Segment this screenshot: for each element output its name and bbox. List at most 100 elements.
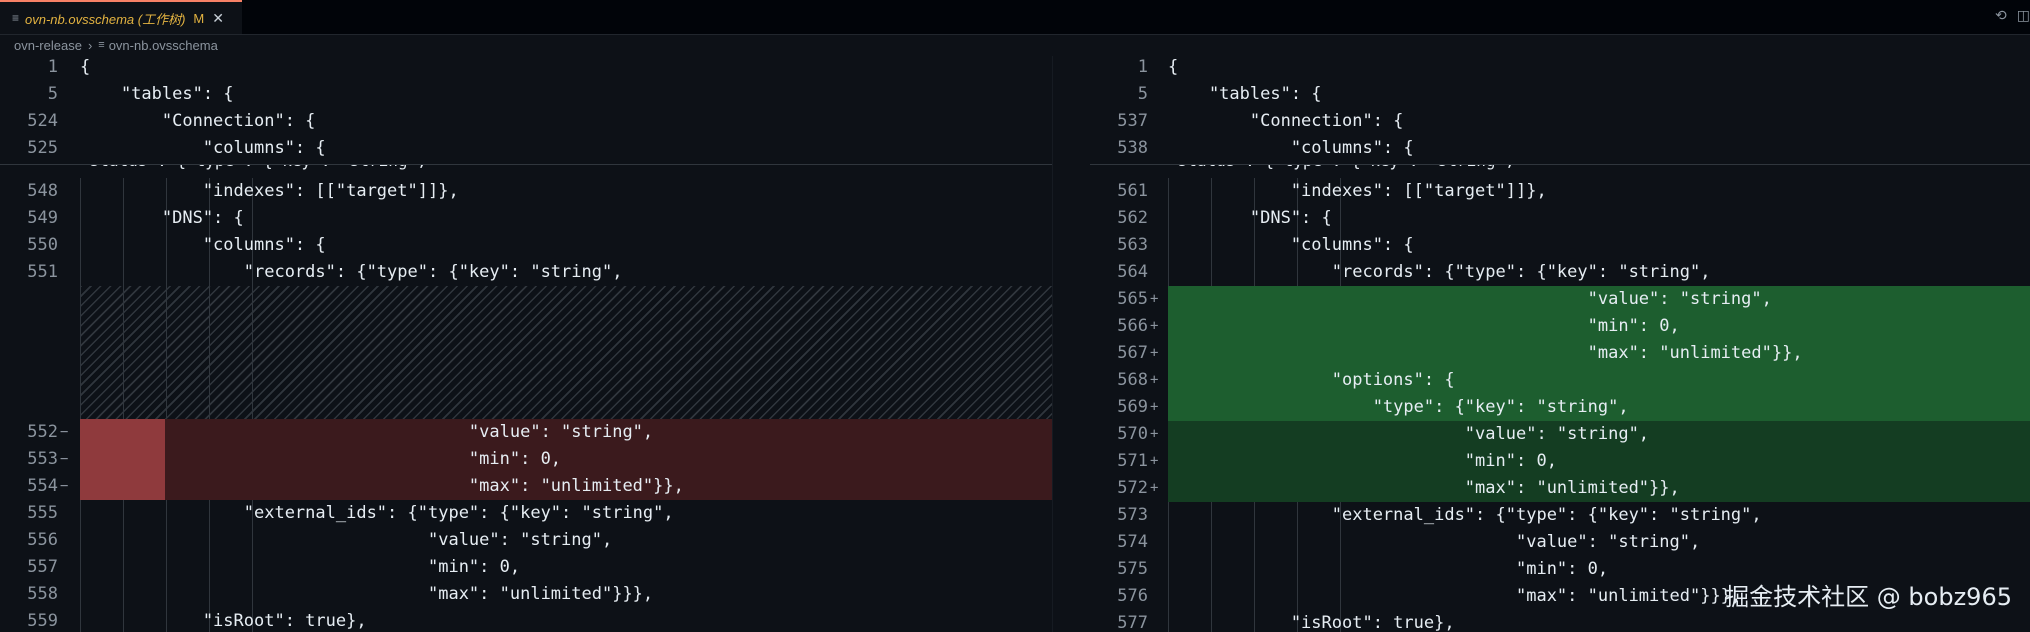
line-number: 554 <box>27 476 58 496</box>
code-line[interactable]: 550 "columns": { <box>0 232 1052 259</box>
code-text: "value": "string", <box>80 530 613 550</box>
removed-marker-icon: − <box>60 478 69 494</box>
split-editor-icon[interactable]: ◫ <box>2017 8 2030 24</box>
code-line[interactable]: 524 "Connection": { <box>0 108 1052 135</box>
line-number: 570 <box>1117 424 1148 444</box>
line-number: 556 <box>27 530 58 550</box>
watermark: 掘金技术社区 @ bobz965 <box>1725 583 2012 611</box>
code-text: "type": {"key": "string", <box>1168 397 1629 417</box>
sticky-scroll-header: 1{5 "tables": {524 "Connection": {525 "c… <box>0 56 1052 165</box>
code-line[interactable]: 564 "records": {"type": {"key": "string"… <box>1090 259 2030 286</box>
code-line[interactable]: 569 + "type": {"key": "string", <box>1090 394 2030 421</box>
editor-actions: ⟲ ◫ <box>1995 8 2030 24</box>
breadcrumb: ovn-release › ≡ ovn-nb.ovsschema <box>0 34 1064 56</box>
code-text: { <box>80 57 91 77</box>
code-text: "max": "unlimited"}}, <box>1168 478 1680 498</box>
code-text: "Connection": { <box>1168 111 1404 131</box>
removed-marker-icon: − <box>60 424 69 440</box>
code-text: "records": {"type": {"key": "string", <box>80 262 623 282</box>
code-line[interactable]: 561 "indexes": [["target"]]}, <box>1090 178 2030 205</box>
code-line[interactable]: 1{ <box>1090 56 2030 81</box>
code-text: "min": 0, <box>80 557 521 577</box>
code-line[interactable]: 558 "max": "unlimited"}}}, <box>0 581 1052 608</box>
code-line[interactable]: 571 + "min": 0, <box>1090 448 2030 475</box>
breadcrumb-folder[interactable]: ovn-release <box>14 38 82 53</box>
code-line[interactable]: 554− "max": "unlimited"}}, <box>0 473 1052 500</box>
code-text: "value": "string", <box>1168 289 1772 309</box>
line-number: 573 <box>1117 505 1148 525</box>
line-number: 574 <box>1117 532 1148 552</box>
added-marker-icon: + <box>1150 345 1159 361</box>
code-text: "max": "unlimited"}}, <box>80 476 684 496</box>
code-line[interactable]: 573 "external_ids": {"type": {"key": "st… <box>1090 502 2030 529</box>
line-number: 551 <box>27 262 58 282</box>
code-text: "min": 0, <box>1168 451 1557 471</box>
code-line[interactable]: 574 "value": "string", <box>1090 529 2030 556</box>
code-text: "value": "string", <box>1168 532 1701 552</box>
code-text: { <box>1168 57 1179 77</box>
code-line[interactable]: 549 "DNS": { <box>0 205 1052 232</box>
diff-modified-pane[interactable]: 1{5 "tables": {537 "Connection": {538 "c… <box>1090 56 2030 632</box>
history-icon[interactable]: ⟲ <box>1995 8 2007 24</box>
tab-bar: ≡ ovn-nb.ovsschema (工作树) M ✕ ⟲ ◫ <box>0 0 2030 35</box>
line-number: 1 <box>47 57 58 77</box>
code-text: "min": 0, <box>1168 316 1680 336</box>
diff-divider[interactable] <box>1052 56 1091 632</box>
code-line[interactable]: 538 "columns": { <box>1090 135 2030 162</box>
code-text: "options": { <box>1168 370 1455 390</box>
line-number: 524 <box>27 111 58 131</box>
code-text: "value": "string", <box>1168 424 1650 444</box>
code-line[interactable]: 556 "value": "string", <box>0 527 1052 554</box>
line-number: 550 <box>27 235 58 255</box>
code-line[interactable]: 555 "external_ids": {"type": {"key": "st… <box>0 500 1052 527</box>
code-text: "indexes": [["target"]]}, <box>1168 181 1547 201</box>
code-text: "isRoot": true}, <box>80 611 367 631</box>
code-text: "max": "unlimited"}}}, <box>1168 586 1742 606</box>
diff-original-pane[interactable]: 1{5 "tables": {524 "Connection": {525 "c… <box>0 56 1052 632</box>
tab-ovn-nb-ovsschema[interactable]: ≡ ovn-nb.ovsschema (工作树) M ✕ <box>0 0 242 34</box>
code-line[interactable]: 553− "min": 0, <box>0 446 1052 473</box>
code-line[interactable]: 559 "isRoot": true}, <box>0 608 1052 632</box>
tab-filename: ovn-nb.ovsschema (工作树) <box>25 11 186 27</box>
breadcrumb-file[interactable]: ovn-nb.ovsschema <box>109 38 218 53</box>
line-number: 565 <box>1117 289 1148 309</box>
line-number: 564 <box>1117 262 1148 282</box>
code-line[interactable]: 565 + "value": "string", <box>1090 286 2030 313</box>
line-number: 559 <box>27 611 58 631</box>
code-line[interactable]: 5 "tables": { <box>1090 81 2030 108</box>
code-line[interactable]: 567 + "max": "unlimited"}}, <box>1090 340 2030 367</box>
chevron-right-icon: › <box>87 37 93 53</box>
code-line[interactable]: 568 + "options": { <box>1090 367 2030 394</box>
code-line[interactable]: 1{ <box>0 56 1052 81</box>
code-text: "records": {"type": {"key": "string", <box>1168 262 1711 282</box>
code-line[interactable]: 552− "value": "string", <box>0 419 1052 446</box>
code-line[interactable]: 570 + "value": "string", <box>1090 421 2030 448</box>
line-number: 561 <box>1117 181 1148 201</box>
code-line[interactable]: 562 "DNS": { <box>1090 205 2030 232</box>
line-number: 552 <box>27 422 58 442</box>
code-line[interactable]: 566 + "min": 0, <box>1090 313 2030 340</box>
partial-line: "status": {"type": {"key": "string", <box>0 164 1052 178</box>
code-text: "columns": { <box>1168 235 1414 255</box>
code-line[interactable]: 563 "columns": { <box>1090 232 2030 259</box>
code-line[interactable]: 572 + "max": "unlimited"}}, <box>1090 475 2030 502</box>
code-line[interactable]: 548 "indexes": [["target"]]}, <box>0 178 1052 205</box>
code-line[interactable]: 525 "columns": { <box>0 135 1052 162</box>
code-line[interactable]: 537 "Connection": { <box>1090 108 2030 135</box>
code-line[interactable]: 557 "min": 0, <box>0 554 1052 581</box>
code-line[interactable]: 577 "isRoot": true}, <box>1090 610 2030 632</box>
code-text: "max": "unlimited"}}, <box>1168 343 1803 363</box>
code-text: "DNS": { <box>80 208 244 228</box>
added-marker-icon: + <box>1150 426 1159 442</box>
code-text: "columns": { <box>80 235 326 255</box>
line-number: 5 <box>1137 84 1148 104</box>
code-text: "external_ids": {"type": {"key": "string… <box>1168 505 1762 525</box>
code-text: "max": "unlimited"}}}, <box>80 584 654 604</box>
code-line[interactable]: 551 "records": {"type": {"key": "string"… <box>0 259 1052 286</box>
line-number: 5 <box>47 84 58 104</box>
code-line[interactable]: 5 "tables": { <box>0 81 1052 108</box>
close-icon[interactable]: ✕ <box>212 10 224 27</box>
code-text: "isRoot": true}, <box>1168 613 1455 632</box>
code-text: "tables": { <box>80 84 234 104</box>
code-text: "tables": { <box>1168 84 1322 104</box>
